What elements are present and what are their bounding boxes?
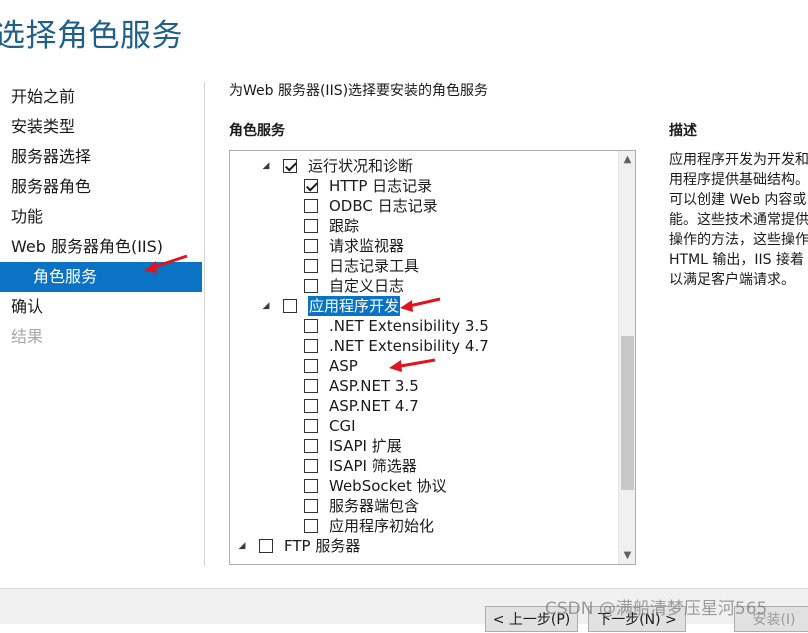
role-checkbox[interactable]: [304, 419, 318, 433]
role-checkbox[interactable]: [304, 439, 318, 453]
annotation-arrow-icon: [400, 297, 441, 312]
role-checkbox[interactable]: [304, 359, 318, 373]
tree-row[interactable]: ◢ FTP 服务器: [237, 536, 361, 556]
tree-row[interactable]: 服务器端包含: [304, 496, 419, 516]
tree-row[interactable]: 日志记录工具: [304, 256, 419, 276]
wizard-nav: 开始之前 安装类型 服务器选择 服务器角色 功能 Web 服务器角色(IIS) 角色服务 确认…: [0, 82, 202, 352]
role-checkbox[interactable]: [304, 479, 318, 493]
role-checkbox[interactable]: [304, 339, 318, 353]
tree-row[interactable]: 跟踪: [304, 216, 359, 236]
expand-triangle-icon[interactable]: ◢: [261, 161, 271, 171]
tree-row-label[interactable]: ASP.NET 3.5: [329, 376, 419, 396]
tree-row-label[interactable]: .NET Extensibility 3.5: [329, 316, 489, 336]
tree-row[interactable]: 应用程序初始化: [304, 516, 434, 536]
role-checkbox[interactable]: [283, 299, 297, 313]
role-checkbox[interactable]: [304, 239, 318, 253]
tree-row[interactable]: HTTP 日志记录: [304, 176, 432, 196]
role-checkbox[interactable]: [304, 179, 318, 193]
tree-row-label[interactable]: 应用程序初始化: [329, 516, 434, 536]
tree-row-label[interactable]: ASP: [329, 356, 358, 376]
tree-row-label[interactable]: 服务器端包含: [329, 496, 419, 516]
scroll-down-icon[interactable]: ▼: [619, 547, 635, 564]
description-text: 应用程序开发为开发和 用程序提供基础结构。 可以创建 Web 内容或 能。这些技术通常…: [669, 150, 808, 290]
tree-scrollbar[interactable]: ▲ ▼: [618, 151, 635, 564]
description-line: 操作的方法，这些操作: [669, 232, 808, 248]
description-heading: 描述: [669, 123, 697, 139]
description-line: 能。这些技术通常提供: [669, 212, 808, 228]
nav-divider: [204, 82, 205, 566]
tree-row[interactable]: ODBC 日志记录: [304, 196, 438, 216]
tree-row[interactable]: ASP.NET 4.7: [304, 396, 419, 416]
tree-row[interactable]: ISAPI 筛选器: [304, 456, 417, 476]
tree-row[interactable]: 自定义日志: [304, 276, 404, 296]
role-checkbox[interactable]: [304, 459, 318, 473]
tree-row[interactable]: ◢ 运行状况和诊断: [261, 156, 413, 176]
page-title: 选择角色服务: [0, 18, 183, 54]
expand-triangle-icon[interactable]: ◢: [261, 301, 271, 311]
nav-item[interactable]: 功能: [0, 202, 202, 232]
tree-row[interactable]: WebSocket 协议: [304, 476, 447, 496]
role-checkbox[interactable]: [304, 499, 318, 513]
tree-row-label[interactable]: ASP.NET 4.7: [329, 396, 419, 416]
nav-item[interactable]: 开始之前: [0, 82, 202, 112]
tree-row[interactable]: ASP.NET 3.5: [304, 376, 419, 396]
nav-item[interactable]: 安装类型: [0, 112, 202, 142]
tree-row-label[interactable]: 自定义日志: [329, 276, 404, 296]
nav-item[interactable]: 服务器选择: [0, 142, 202, 172]
role-services-heading: 角色服务: [229, 123, 285, 139]
role-checkbox[interactable]: [304, 279, 318, 293]
tree-row[interactable]: 请求监视器: [304, 236, 404, 256]
watermark: CSDN @满船清梦压星河565: [545, 599, 768, 619]
tree-row[interactable]: ISAPI 扩展: [304, 436, 402, 456]
role-checkbox[interactable]: [283, 159, 297, 173]
scroll-thumb[interactable]: [621, 336, 634, 490]
tree-row-label[interactable]: CGI: [329, 416, 356, 436]
tree-row-label[interactable]: ISAPI 筛选器: [329, 456, 417, 476]
role-checkbox[interactable]: [304, 199, 318, 213]
tree-row-label[interactable]: FTP 服务器: [284, 536, 360, 556]
role-checkbox[interactable]: [259, 539, 273, 553]
description-line: 用程序提供基础结构。: [669, 172, 808, 188]
expand-triangle-icon[interactable]: ◢: [237, 541, 247, 551]
scroll-up-icon[interactable]: ▲: [619, 151, 635, 168]
tree-row-label[interactable]: 跟踪: [329, 216, 359, 236]
tree-row-label[interactable]: .NET Extensibility 4.7: [329, 336, 489, 356]
description-line: HTML 输出，IIS 接着: [669, 252, 805, 268]
tree-row[interactable]: .NET Extensibility 4.7: [304, 336, 489, 356]
tree-row-label[interactable]: HTTP 日志记录: [329, 176, 432, 196]
annotation-arrow-icon: [144, 254, 188, 273]
annotation-arrow-icon: [389, 358, 436, 372]
tree-row[interactable]: CGI: [304, 416, 356, 436]
description-line: 可以创建 Web 内容或: [669, 192, 807, 208]
nav-item[interactable]: 服务器角色: [0, 172, 202, 202]
role-checkbox[interactable]: [304, 259, 318, 273]
role-checkbox[interactable]: [304, 519, 318, 533]
tree-row-label[interactable]: ISAPI 扩展: [329, 436, 402, 456]
tree-row-label[interactable]: 日志记录工具: [329, 256, 419, 276]
nav-item: 结果: [11, 327, 44, 346]
description-line: 以满足客户端请求。: [669, 272, 795, 288]
role-checkbox[interactable]: [304, 219, 318, 233]
role-checkbox[interactable]: [304, 319, 318, 333]
tree-row-label[interactable]: 运行状况和诊断: [308, 156, 413, 176]
tree-row-label[interactable]: 应用程序开发: [308, 296, 401, 316]
tree-row-label[interactable]: ODBC 日志记录: [329, 196, 438, 216]
tree-row[interactable]: .NET Extensibility 3.5: [304, 316, 489, 336]
role-checkbox[interactable]: [304, 379, 318, 393]
instruction-text: 为Web 服务器(IIS)选择要安装的角色服务: [229, 83, 489, 99]
tree-row-label[interactable]: WebSocket 协议: [329, 476, 447, 496]
tree-row[interactable]: ASP: [304, 356, 358, 376]
description-line: 应用程序开发为开发和: [669, 152, 808, 168]
role-checkbox[interactable]: [304, 399, 318, 413]
tree-row-label[interactable]: 请求监视器: [329, 236, 404, 256]
tree-row[interactable]: ◢ 应用程序开发: [261, 296, 401, 316]
nav-item[interactable]: 确认: [0, 292, 202, 322]
